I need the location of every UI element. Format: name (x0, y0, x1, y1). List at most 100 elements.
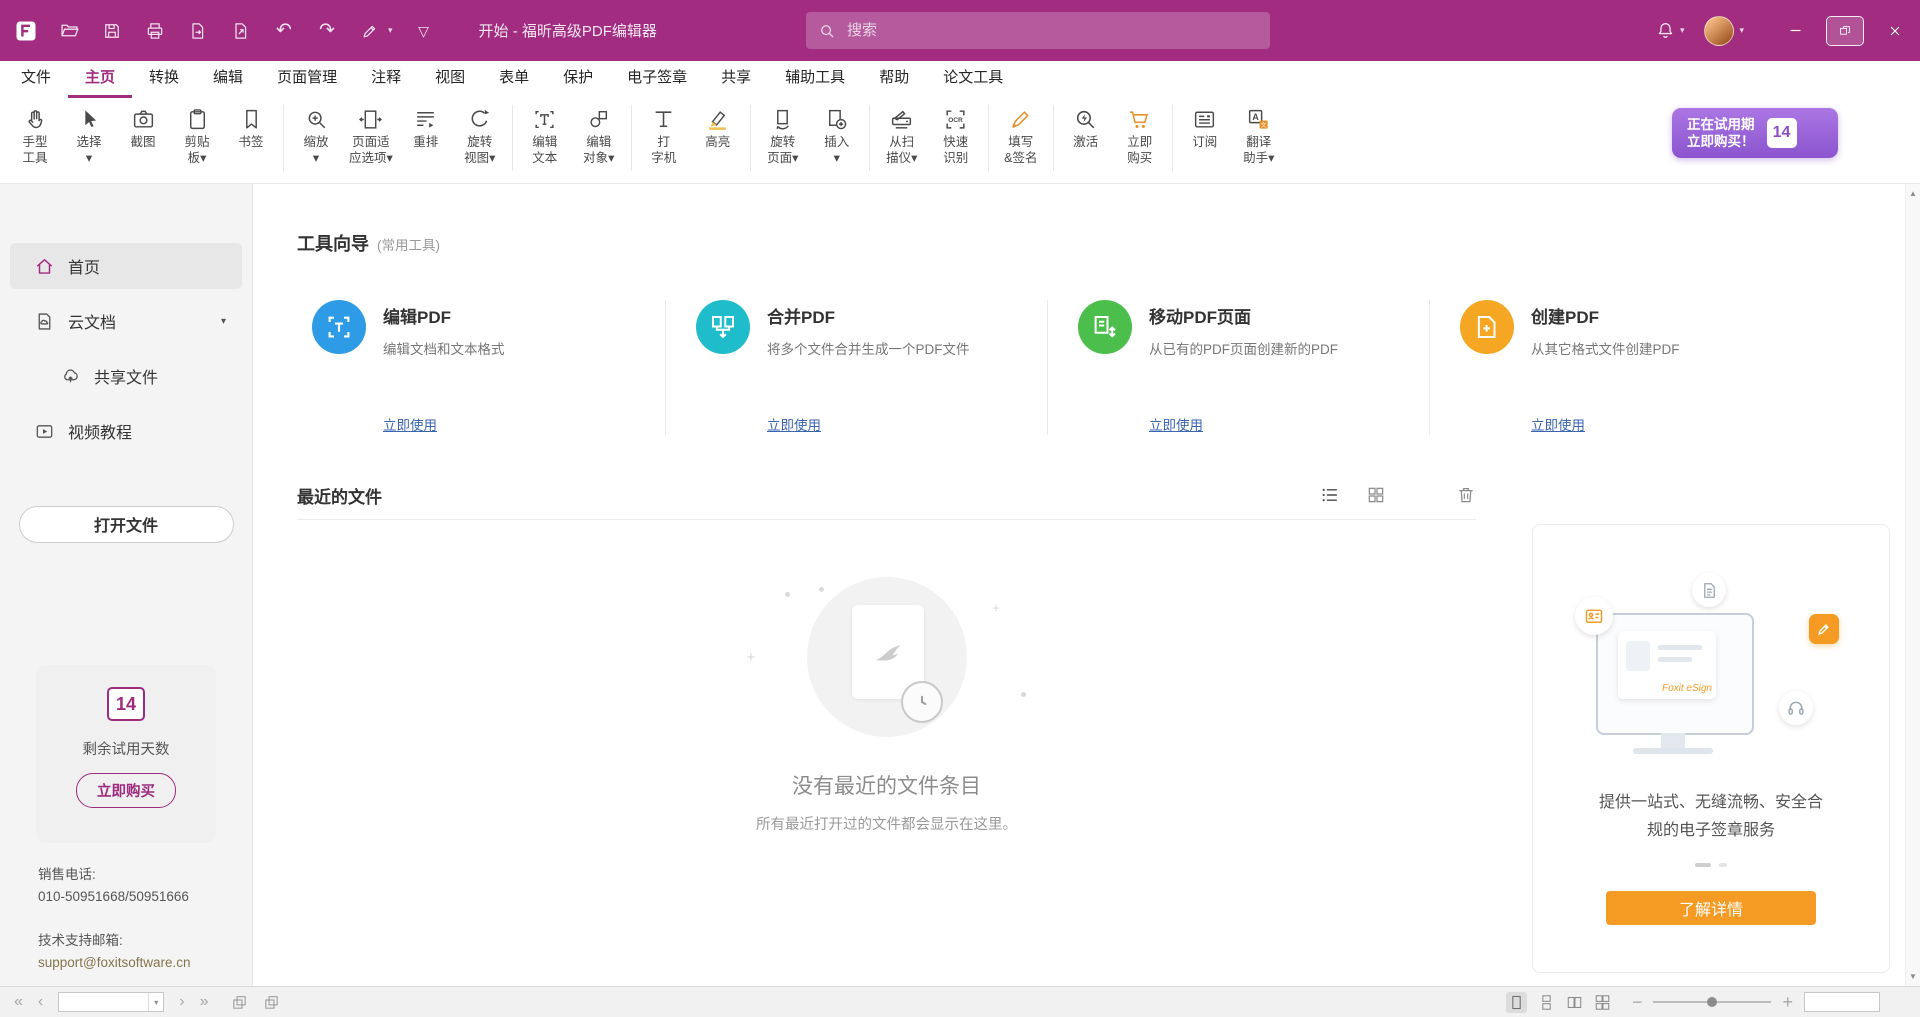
menu-item-form[interactable]: 表单 (482, 61, 546, 98)
menu-item-comment[interactable]: 注释 (354, 61, 418, 98)
zoom-icon (304, 105, 329, 133)
continuous-view-icon[interactable] (1538, 994, 1555, 1011)
delete-recent-icon[interactable] (1456, 485, 1476, 505)
scroll-down-icon[interactable]: ▼ (1906, 972, 1920, 981)
next-view-icon[interactable] (263, 994, 280, 1011)
convert-icon[interactable] (186, 19, 210, 43)
ribbon-item-clipboard[interactable]: 剪贴板▾ (170, 103, 224, 168)
prev-page-icon[interactable]: ‹ (38, 994, 43, 1010)
menu-item-help[interactable]: 帮助 (862, 61, 926, 98)
list-view-icon[interactable] (1320, 485, 1340, 505)
next-page-icon[interactable]: › (179, 994, 184, 1010)
ribbon-item-select[interactable]: 选择▾ (62, 103, 116, 168)
zoom-slider-thumb[interactable] (1707, 997, 1717, 1007)
create-pdf-use-link[interactable]: 立即使用 (1531, 414, 1585, 434)
page-number-input[interactable] (59, 995, 148, 1009)
ribbon-item-reflow[interactable]: 重排 (399, 103, 453, 153)
save-icon[interactable] (100, 19, 124, 43)
quick-access-dropdown-icon[interactable]: ▽ (412, 19, 436, 43)
ribbon-group-divider (750, 105, 751, 171)
ribbon-item-translate-assistant[interactable]: A文翻译助手▾ (1232, 103, 1286, 168)
ribbon-item-rotate-view[interactable]: 旋转视图▾ (453, 103, 507, 168)
scroll-up-icon[interactable]: ▲ (1906, 189, 1920, 198)
close-button[interactable] (1870, 0, 1920, 61)
zoom-in-button[interactable]: + (1782, 993, 1793, 1011)
menu-item-home[interactable]: 主页 (68, 61, 132, 98)
zoom-slider[interactable] (1653, 995, 1771, 1009)
menu-item-file[interactable]: 文件 (4, 61, 68, 98)
sidebar-item-video-tutorials[interactable]: 视频教程 (10, 408, 242, 454)
buy-now-button[interactable]: 立即购买 (76, 773, 176, 808)
restore-window-button[interactable] (1820, 0, 1870, 61)
sidebar-item-home[interactable]: 首页 (10, 243, 242, 289)
avatar-caret-icon[interactable]: ▾ (1739, 25, 1744, 36)
menu-item-esign[interactable]: 电子签章 (610, 61, 704, 98)
prev-view-icon[interactable] (231, 994, 248, 1011)
minimize-button[interactable] (1770, 0, 1820, 61)
menu-item-paper-tools[interactable]: 论文工具 (926, 61, 1020, 98)
bell-caret-icon[interactable]: ▾ (1680, 25, 1685, 36)
menu-item-accessibility[interactable]: 辅助工具 (768, 61, 862, 98)
ribbon-item-activate[interactable]: 激活 (1059, 103, 1113, 153)
merge-pdf-use-link[interactable]: 立即使用 (767, 414, 821, 434)
support-email-address[interactable]: support@foxitsoftware.cn (38, 952, 191, 974)
edit-pdf-use-link[interactable]: 立即使用 (383, 414, 437, 434)
sidebar-item-shared-files[interactable]: 共享文件 (10, 353, 242, 399)
facing-view-icon[interactable] (1566, 994, 1583, 1011)
ribbon-item-zoom[interactable]: 缩放▾ (289, 103, 343, 168)
sidebar-item-label: 首页 (68, 254, 100, 278)
redo-icon[interactable]: ↷ (315, 19, 339, 43)
ribbon-item-subscribe[interactable]: 订阅 (1178, 103, 1232, 153)
ribbon-item-edit-object[interactable]: 编辑对象▾ (572, 103, 626, 168)
ribbon-item-snapshot[interactable]: 截图 (116, 103, 170, 153)
ribbon-item-typewriter[interactable]: 打字机 (637, 103, 691, 168)
ribbon-item-insert[interactable]: 插入▾ (810, 103, 864, 168)
fit-screen-icon[interactable] (1891, 994, 1908, 1011)
ribbon-item-bookmark[interactable]: 书签 (224, 103, 278, 153)
undo-icon[interactable]: ↶ (272, 19, 296, 43)
search-input[interactable] (845, 21, 1258, 40)
grid-view-icon[interactable] (1366, 485, 1386, 505)
recent-divider (297, 519, 1476, 520)
user-avatar[interactable] (1704, 16, 1734, 46)
open-file-button[interactable]: 打开文件 (19, 506, 234, 543)
esign-caret-icon[interactable]: ▾ (388, 25, 393, 36)
ribbon-item-quick-ocr[interactable]: OCR快速识别 (929, 103, 983, 168)
zoom-value-input[interactable] (1805, 993, 1879, 1011)
notifications-bell-icon[interactable] (1654, 19, 1678, 43)
last-page-icon[interactable]: » (200, 994, 209, 1010)
menu-item-edit[interactable]: 编辑 (196, 61, 260, 98)
ribbon-item-edit-text[interactable]: 编辑文本 (518, 103, 572, 168)
learn-more-button[interactable]: 了解详情 (1606, 891, 1816, 925)
trial-purchase-badge[interactable]: 正在试用期 立即购买！ 14 (1672, 108, 1838, 158)
menu-item-page-manage[interactable]: 页面管理 (260, 61, 354, 98)
vertical-scrollbar[interactable]: ▲ ▼ (1905, 184, 1920, 986)
carousel-dot[interactable] (1719, 863, 1727, 867)
chevron-down-icon[interactable]: ▾ (221, 316, 226, 327)
ribbon-item-buy-now[interactable]: 立即购买 (1113, 103, 1167, 168)
esign-tool-icon[interactable] (358, 19, 382, 43)
single-page-view-icon[interactable] (1506, 992, 1527, 1013)
export-icon[interactable] (229, 19, 253, 43)
print-icon[interactable] (143, 19, 167, 43)
open-file-icon[interactable] (57, 19, 81, 43)
move-pdf-pages-use-link[interactable]: 立即使用 (1149, 414, 1203, 434)
menu-item-convert[interactable]: 转换 (132, 61, 196, 98)
search-box[interactable] (806, 12, 1270, 49)
page-dropdown-icon[interactable]: ▾ (148, 993, 163, 1011)
ribbon-group-divider (631, 105, 632, 171)
sidebar-item-cloud-docs[interactable]: 云文档▾ (10, 298, 242, 344)
carousel-dot-active[interactable] (1695, 863, 1711, 867)
menu-item-view[interactable]: 视图 (418, 61, 482, 98)
zoom-out-button[interactable]: − (1632, 993, 1643, 1011)
ribbon-item-from-scanner[interactable]: 从扫描仪▾ (875, 103, 929, 168)
menu-item-protect[interactable]: 保护 (546, 61, 610, 98)
ribbon-item-fit-page-options[interactable]: 页面适应选项▾ (343, 103, 399, 168)
first-page-icon[interactable]: « (14, 994, 23, 1010)
ribbon-item-hand-tool[interactable]: 手型工具 (8, 103, 62, 168)
ribbon-item-fill-sign[interactable]: 填写&签名 (994, 103, 1048, 168)
ribbon-item-highlight[interactable]: 高亮 (691, 103, 745, 153)
ribbon-item-rotate-pages[interactable]: 旋转页面▾ (756, 103, 810, 168)
menu-item-share[interactable]: 共享 (704, 61, 768, 98)
continuous-facing-view-icon[interactable] (1594, 994, 1611, 1011)
